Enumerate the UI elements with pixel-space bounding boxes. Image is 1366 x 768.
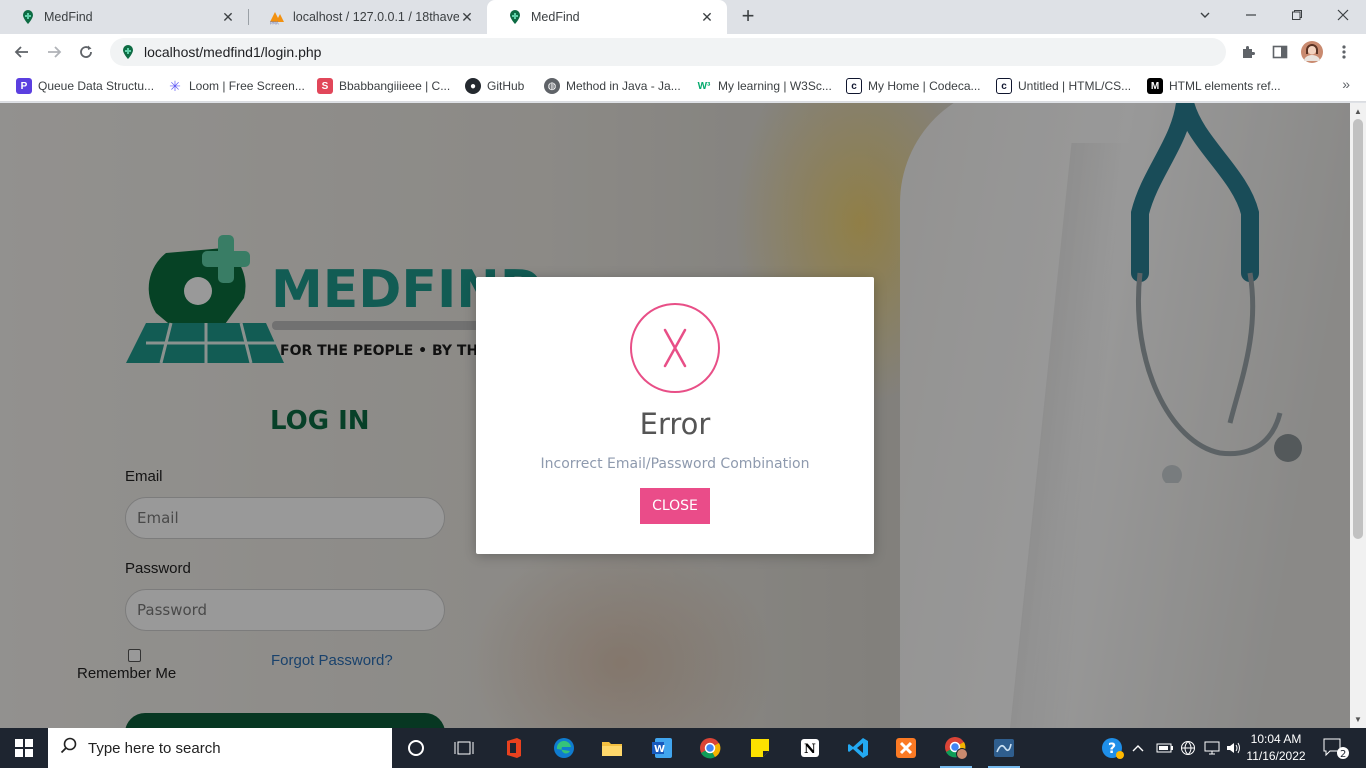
error-title: Error <box>639 407 711 441</box>
svg-text:PMA: PMA <box>270 21 279 26</box>
extensions-puzzle-icon[interactable] <box>1234 38 1262 66</box>
notification-center-icon[interactable]: 2 <box>1322 736 1350 760</box>
tab-strip: MedFind ✕ PMA localhost / 127.0.0.1 / 18… <box>0 0 1366 34</box>
bookmark-queue[interactable]: P Queue Data Structu... <box>16 76 154 96</box>
address-bar[interactable]: localhost/medfind1/login.php <box>110 38 1226 66</box>
bookmark-label: My Home | Codeca... <box>868 79 981 93</box>
taskbar-search-input[interactable]: Type here to search <box>48 728 392 768</box>
bookmark-label: Queue Data Structu... <box>38 79 155 93</box>
bookmarks-overflow-icon[interactable]: » <box>1342 76 1350 92</box>
tray-chevron-icon[interactable] <box>1132 728 1144 768</box>
tab-title: localhost / 127.0.0.1 / 18thavenue <box>293 10 459 24</box>
codecademy-icon: c <box>846 78 862 94</box>
bookmark-loom[interactable]: ✳ Loom | Free Screen... <box>167 76 305 96</box>
xampp-icon[interactable] <box>886 732 926 764</box>
scroll-up-arrow-icon[interactable]: ▲ <box>1354 107 1362 116</box>
mysql-workbench-icon[interactable] <box>984 732 1024 768</box>
medfind-favicon-icon <box>20 9 36 25</box>
bookmark-label: My learning | W3Sc... <box>718 79 832 93</box>
bookmark-github[interactable]: ● GitHub <box>465 76 524 96</box>
page-scrollbar[interactable]: ▲ ▼ <box>1350 103 1366 728</box>
minimize-icon[interactable] <box>1228 0 1274 30</box>
tab-phpmyadmin[interactable]: PMA localhost / 127.0.0.1 / 18thavenue ✕ <box>249 0 487 34</box>
vscode-icon[interactable] <box>838 732 878 764</box>
forward-arrow-icon[interactable] <box>40 38 68 66</box>
clock-date: 11/16/2022 <box>1246 749 1306 763</box>
globe-icon: ◍ <box>544 78 560 94</box>
close-window-icon[interactable] <box>1320 0 1366 30</box>
bookmark-label: Method in Java - Ja... <box>566 79 681 93</box>
battery-icon[interactable] <box>1156 728 1174 768</box>
tab-search-chevron-icon[interactable] <box>1182 0 1228 30</box>
network-globe-icon[interactable] <box>1180 728 1196 768</box>
codecademy-icon: c <box>996 78 1012 94</box>
bookmark-favicon-icon: P <box>16 78 32 94</box>
mdn-icon: M <box>1147 78 1163 94</box>
bookmark-w3schools[interactable]: W³ My learning | W3Sc... <box>696 76 832 96</box>
tab-medfind-active[interactable]: MedFind ✕ <box>487 0 727 34</box>
restore-icon[interactable] <box>1274 0 1320 30</box>
file-explorer-icon[interactable] <box>592 732 632 764</box>
clock-time: 10:04 AM <box>1250 732 1302 746</box>
bookmark-java[interactable]: ◍ Method in Java - Ja... <box>544 76 681 96</box>
windows-start-icon[interactable] <box>0 728 48 768</box>
loom-icon: ✳ <box>167 78 183 94</box>
more-menu-icon[interactable] <box>1330 38 1358 66</box>
back-arrow-icon[interactable] <box>8 38 36 66</box>
close-tab-icon[interactable]: ✕ <box>699 9 715 25</box>
side-panel-icon[interactable] <box>1266 38 1294 66</box>
notification-count: 2 <box>1340 749 1346 760</box>
tab-title: MedFind <box>531 10 580 24</box>
github-icon: ● <box>465 78 481 94</box>
sticky-notes-icon[interactable] <box>740 732 780 764</box>
w3schools-icon: W³ <box>696 78 712 94</box>
scroll-thumb[interactable] <box>1353 119 1363 539</box>
bookmark-label: Untitled | HTML/CS... <box>1018 79 1132 93</box>
scroll-down-arrow-icon[interactable]: ▼ <box>1354 715 1362 724</box>
display-icon[interactable] <box>1204 728 1220 768</box>
reload-icon[interactable] <box>72 38 100 66</box>
word-icon[interactable]: W <box>642 732 682 764</box>
cortana-icon[interactable] <box>396 732 436 764</box>
bookmark-codecademy[interactable]: c My Home | Codeca... <box>846 76 981 96</box>
error-x-icon <box>630 303 720 393</box>
medfind-favicon-icon <box>507 9 523 25</box>
notion-icon[interactable]: N <box>790 732 830 764</box>
bookmark-mdn[interactable]: M HTML elements ref... <box>1147 76 1281 96</box>
bookmark-favicon-icon: S <box>317 78 333 94</box>
chrome-icon[interactable] <box>690 732 730 764</box>
task-view-icon[interactable] <box>444 732 484 764</box>
site-favicon-icon <box>120 44 136 60</box>
bookmark-label: Loom | Free Screen... <box>189 79 305 93</box>
system-clock[interactable]: 10:04 AM 11/16/2022 <box>1240 731 1312 765</box>
bookmark-codepen[interactable]: S Bbabbangiiieee | C... <box>317 76 450 96</box>
phpmyadmin-favicon-icon: PMA <box>269 9 285 26</box>
office-icon[interactable] <box>494 732 534 764</box>
help-icon[interactable]: ? <box>1100 728 1124 768</box>
close-tab-icon[interactable]: ✕ <box>459 9 475 25</box>
svg-text:N: N <box>804 742 816 757</box>
bookmark-label: HTML elements ref... <box>1169 79 1281 93</box>
error-message: Incorrect Email/Password Combination <box>540 456 810 472</box>
edge-icon[interactable] <box>544 732 584 764</box>
bookmark-label: GitHub <box>487 79 525 93</box>
close-modal-button[interactable]: CLOSE <box>640 488 710 524</box>
tab-medfind-1[interactable]: MedFind ✕ <box>0 0 248 34</box>
windows-taskbar: Type here to search W N ? 10:04 AM 11/16… <box>0 728 1366 768</box>
svg-text:?: ? <box>1108 741 1116 757</box>
svg-text:W: W <box>654 744 665 755</box>
browser-toolbar: localhost/medfind1/login.php <box>0 34 1366 70</box>
profile-avatar[interactable] <box>1298 38 1326 66</box>
search-placeholder: Type here to search <box>88 739 221 757</box>
chrome-profile-icon[interactable] <box>936 732 976 768</box>
bookmarks-bar: P Queue Data Structu... ✳ Loom | Free Sc… <box>0 70 1366 102</box>
bookmark-untitled[interactable]: c Untitled | HTML/CS... <box>996 76 1131 96</box>
tab-title: MedFind <box>44 10 93 24</box>
bookmark-label: Bbabbangiiieee | C... <box>339 79 451 93</box>
url-text: localhost/medfind1/login.php <box>144 44 322 60</box>
close-tab-icon[interactable]: ✕ <box>220 9 236 25</box>
search-icon <box>60 737 78 759</box>
new-tab-button[interactable]: + <box>736 5 760 29</box>
error-modal: Error Incorrect Email/Password Combinati… <box>476 277 874 554</box>
